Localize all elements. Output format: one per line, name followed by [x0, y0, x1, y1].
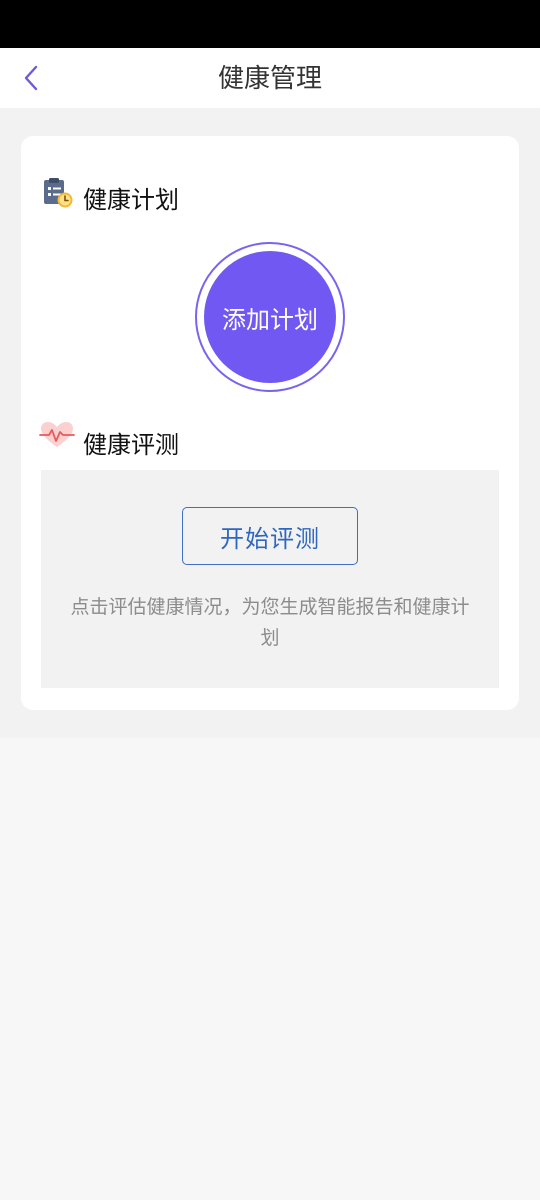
- start-evaluation-button[interactable]: 开始评测: [182, 507, 358, 565]
- status-bar: [0, 0, 540, 48]
- page-title: 健康管理: [217, 64, 322, 94]
- chevron-left-icon: [24, 65, 38, 91]
- clipboard-clock-icon: [44, 178, 73, 208]
- add-plan-button[interactable]: 添加计划: [195, 242, 345, 392]
- health-evaluation-title: 健康评测: [83, 431, 179, 459]
- heartbeat-icon: [39, 422, 75, 447]
- navigation-bar: 健康管理: [0, 48, 540, 108]
- back-button[interactable]: [12, 56, 52, 100]
- add-plan-label: 添加计划: [204, 251, 336, 383]
- evaluation-hint-text: 点击评估健康情况，为您生成智能报告和健康计划: [70, 596, 470, 649]
- health-card: 健康计划 添加计划 健康评测 开始评测 点击评估健康情况，为您生成智能报告和健康…: [21, 136, 519, 710]
- health-plan-title: 健康计划: [83, 186, 179, 214]
- evaluation-panel: 开始评测 点击评估健康情况，为您生成智能报告和健康计划: [41, 470, 499, 688]
